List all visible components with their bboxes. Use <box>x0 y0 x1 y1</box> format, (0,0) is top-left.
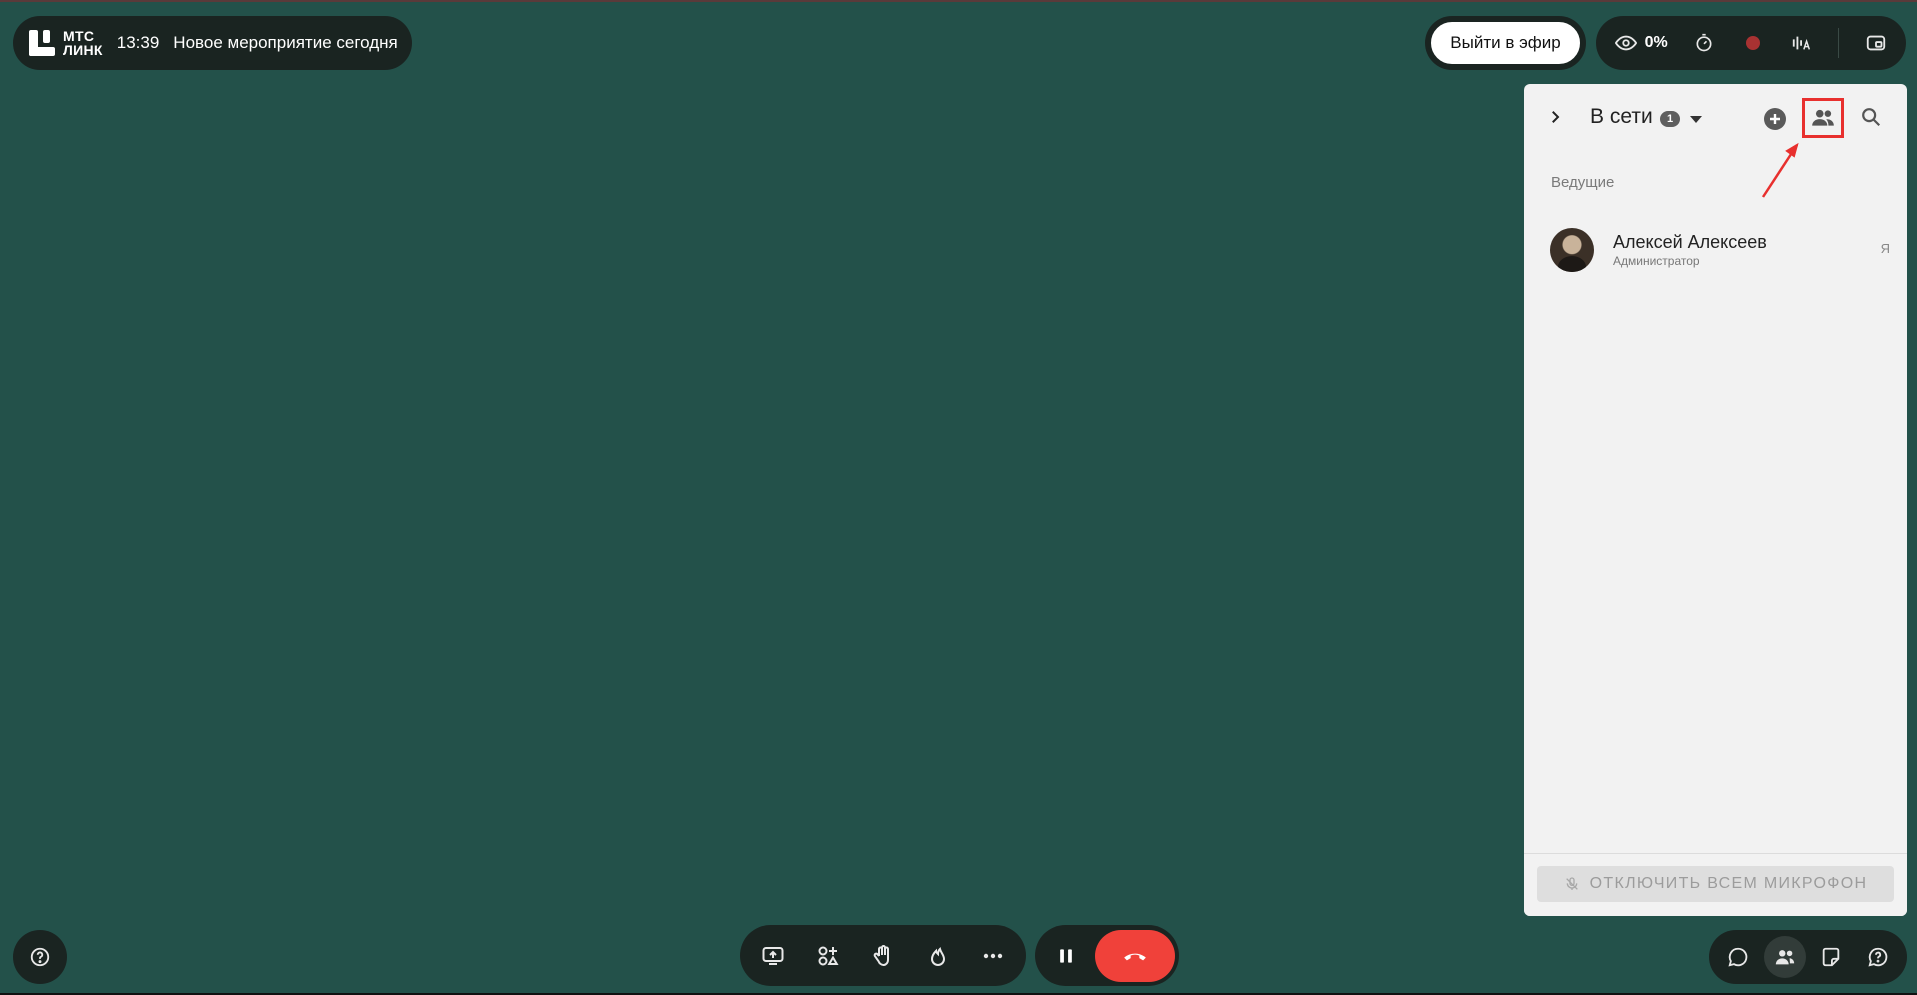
hangup-icon <box>1124 953 1146 960</box>
notes-icon[interactable] <box>1810 936 1852 978</box>
picture-in-picture-icon[interactable] <box>1864 31 1888 55</box>
eye-icon[interactable] <box>1614 31 1638 55</box>
viewers-percent: 0% <box>1644 34 1668 51</box>
panel-header: В сети 1 <box>1524 84 1907 152</box>
event-title[interactable]: Новое мероприятие сегодня <box>173 33 397 53</box>
participants-icon[interactable] <box>1802 98 1844 138</box>
chat-icon[interactable] <box>1717 936 1759 978</box>
help-button[interactable] <box>13 930 67 984</box>
hosts-section-label: Ведущие <box>1551 174 1615 191</box>
collapse-panel-icon[interactable] <box>1546 108 1564 131</box>
mute-all-button[interactable]: ОТКЛЮЧИТЬ ВСЕМ МИКРОФОН <box>1537 866 1894 902</box>
avatar <box>1550 228 1594 272</box>
questions-icon[interactable] <box>1857 936 1899 978</box>
member-role: Администратор <box>1613 254 1700 268</box>
audio-translate-icon[interactable] <box>1790 31 1814 55</box>
more-icon[interactable] <box>978 941 1008 971</box>
top-right-controls: 0% <box>1596 16 1906 70</box>
participants-tab-icon[interactable] <box>1763 936 1806 978</box>
annotation-arrow-icon <box>1761 142 1799 198</box>
participants-panel: В сети 1 Ведущие Алексей Алексеев Админи… <box>1524 84 1907 916</box>
panel-footer: ОТКЛЮЧИТЬ ВСЕМ МИКРОФОН <box>1524 853 1907 916</box>
logo-mark-icon <box>29 30 55 56</box>
raise-hand-icon[interactable] <box>868 941 898 971</box>
side-panel-switcher <box>1709 930 1907 984</box>
member-name: Алексей Алексеев <box>1613 232 1767 252</box>
mts-link-logo: МТС ЛИНК <box>29 29 103 57</box>
event-info-bar: МТС ЛИНК 13:39 Новое мероприятие сегодня <box>13 16 412 70</box>
list-item[interactable]: Алексей Алексеев Администратор Я <box>1550 227 1890 273</box>
reaction-icon[interactable] <box>923 941 953 971</box>
help-icon <box>30 947 50 967</box>
divider <box>1838 28 1840 58</box>
search-icon[interactable] <box>1860 106 1882 133</box>
go-live-button[interactable]: Выйти в эфир <box>1428 19 1583 67</box>
logo-line1: МТС <box>63 28 95 44</box>
member-me-label: Я <box>1880 241 1890 256</box>
bottom-toolbar <box>740 925 1026 986</box>
screen-share-icon[interactable] <box>758 941 788 971</box>
add-participant-icon[interactable] <box>1763 107 1787 136</box>
mic-off-icon <box>1565 877 1578 890</box>
logo-line2: ЛИНК <box>63 42 103 58</box>
panel-title[interactable]: В сети <box>1590 105 1653 129</box>
chevron-down-icon[interactable] <box>1690 116 1702 123</box>
mute-all-label: ОТКЛЮЧИТЬ ВСЕМ МИКРОФОН <box>1589 875 1868 892</box>
pause-icon[interactable] <box>1051 941 1081 971</box>
call-controls <box>1035 925 1179 986</box>
apps-icon[interactable] <box>813 941 843 971</box>
online-count-badge: 1 <box>1660 111 1680 127</box>
event-time: 13:39 <box>116 33 160 52</box>
record-icon[interactable] <box>1741 31 1765 55</box>
hangup-button[interactable] <box>1095 929 1175 982</box>
timer-icon[interactable] <box>1692 31 1716 55</box>
